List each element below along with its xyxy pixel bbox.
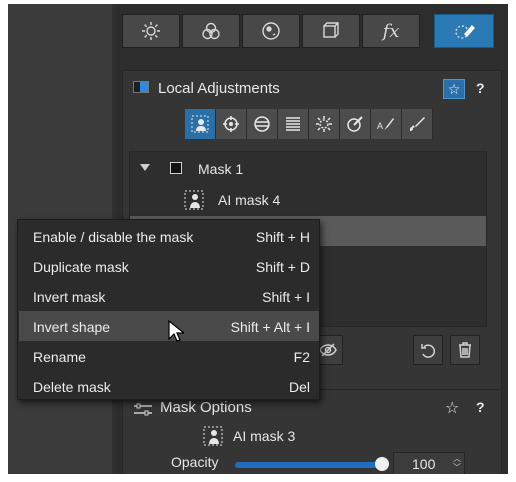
ai-person-mask-icon (203, 426, 223, 446)
favorite-star-button[interactable]: ☆ (443, 79, 465, 99)
menu-item-label: Invert shape (33, 319, 111, 335)
gradient-icon (286, 117, 300, 131)
target-icon (223, 116, 239, 132)
local-adjustments-toggle[interactable] (133, 81, 149, 93)
sliders-icon (134, 403, 152, 416)
control-point-tool[interactable] (216, 109, 247, 139)
menu-item-label: Enable / disable the mask (33, 229, 194, 245)
menu-item-shortcut: Shift + D (255, 259, 310, 275)
collapse-arrow-icon[interactable] (140, 164, 150, 171)
opacity-label: Opacity (171, 454, 219, 470)
color-range-tool[interactable] (340, 109, 371, 139)
menu-item-delete[interactable]: Delete mask Del (19, 371, 319, 401)
context-menu: Enable / disable the mask Shift + H Dupl… (17, 219, 320, 400)
local-adjustments-header: Local Adjustments ☆ ? (123, 71, 501, 107)
help-button[interactable]: ? (476, 80, 485, 96)
sun-icon (142, 22, 160, 40)
menu-item-shortcut: Shift + H (255, 229, 310, 245)
brush-mask-icon (455, 24, 475, 39)
auto-icon (316, 116, 332, 132)
ai-brush-icon: A (377, 118, 394, 131)
menu-item-shortcut: Del (288, 379, 310, 395)
opacity-slider-handle[interactable] (375, 457, 389, 471)
color-picker-icon (347, 116, 363, 132)
menu-item-duplicate[interactable]: Duplicate mask Shift + D (19, 251, 319, 281)
lens-icon (262, 22, 280, 40)
mask-group-label: Mask 1 (198, 161, 244, 177)
delete-mask-button[interactable] (450, 335, 480, 365)
mask-options-title: Mask Options (160, 399, 252, 416)
opacity-spinner[interactable]: ︿ ﹀ (453, 454, 461, 472)
menu-item-label: Rename (33, 349, 86, 365)
auto-mask-tool[interactable] (309, 109, 340, 139)
menu-item-label: Invert mask (33, 289, 106, 305)
mask-group-checkbox[interactable] (170, 162, 182, 174)
menu-item-label: Delete mask (33, 379, 111, 395)
mouse-cursor-icon (168, 320, 184, 342)
color-circles-icon (202, 22, 220, 40)
local-adjustments-title: Local Adjustments (158, 80, 280, 97)
brush-icon (410, 117, 425, 131)
mask-list-item[interactable]: AI mask 4 (130, 185, 486, 215)
tab-effects[interactable]: fx (362, 14, 420, 48)
ai-person-mask-icon (184, 190, 204, 210)
mask-options-mask-name: AI mask 3 (233, 428, 296, 444)
ai-brush-tool[interactable]: A (371, 109, 402, 139)
brush-tool[interactable] (402, 109, 433, 139)
gradient-tool[interactable] (278, 109, 309, 139)
menu-item-enable-disable[interactable]: Enable / disable the mask Shift + H (19, 221, 319, 251)
menu-item-shortcut: Shift + I (262, 289, 310, 305)
mask-item-label: AI mask 4 (218, 192, 281, 208)
tool-tabs: fx (122, 14, 502, 50)
menu-item-shortcut: F2 (293, 349, 310, 365)
opacity-value: 100 (412, 456, 436, 472)
fx-icon: fx (382, 20, 400, 42)
mask-options-help-button[interactable]: ? (476, 399, 485, 415)
tab-detail[interactable] (242, 14, 300, 48)
menu-item-label: Duplicate mask (33, 259, 129, 275)
svg-text:A: A (377, 121, 383, 131)
cube-icon (323, 22, 339, 38)
undo-icon (421, 344, 436, 358)
menu-item-invert-mask[interactable]: Invert mask Shift + I (19, 281, 319, 311)
favorite-star-icon[interactable]: ☆ (445, 398, 459, 418)
mask-tool-bar: A (185, 109, 433, 139)
tab-light[interactable] (122, 14, 180, 48)
menu-item-shortcut: Shift + Alt + I (230, 319, 310, 335)
radial-icon (254, 116, 270, 132)
mask-options-panel: Mask Options ☆ ? AI mask 3 Opacity 100 ︿… (123, 389, 501, 474)
tab-local[interactable] (434, 14, 494, 48)
eye-slash-icon (319, 343, 337, 357)
tab-geometry[interactable] (302, 14, 360, 48)
opacity-slider-track[interactable] (235, 462, 383, 468)
ai-person-mask-tool[interactable] (185, 109, 216, 139)
reset-mask-button[interactable] (413, 335, 443, 365)
radial-tool[interactable] (247, 109, 278, 139)
trash-icon (459, 342, 471, 358)
menu-item-rename[interactable]: Rename F2 (19, 341, 319, 371)
ai-person-mask-icon (191, 115, 209, 133)
mask-group-row[interactable]: Mask 1 (130, 154, 486, 184)
tab-color[interactable] (182, 14, 240, 48)
